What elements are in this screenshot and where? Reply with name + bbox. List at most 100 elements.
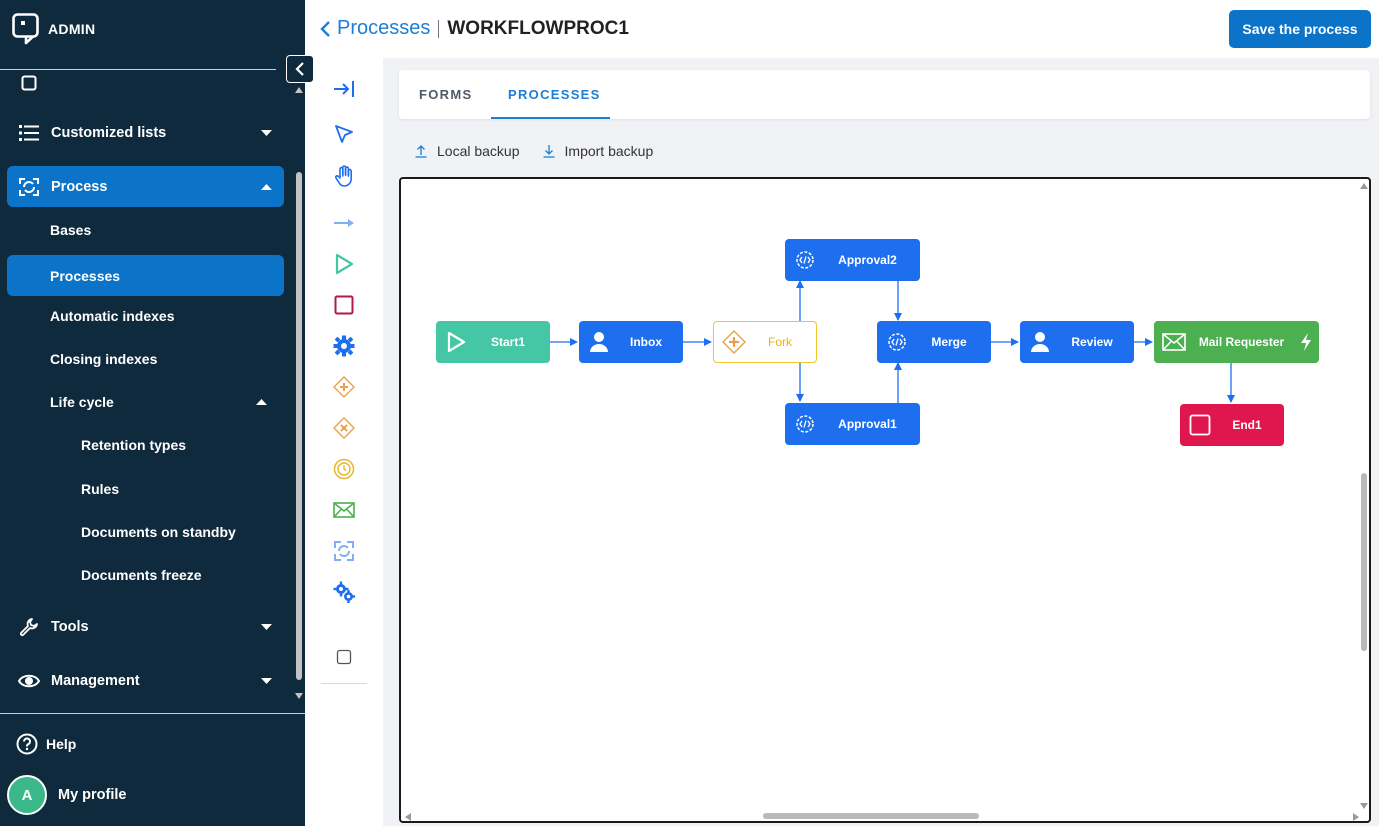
node-inbox[interactable]: Inbox [579, 321, 683, 363]
tab-processes[interactable]: PROCESSES [508, 87, 601, 102]
divider [0, 713, 305, 714]
node-fork[interactable]: Fork [713, 321, 817, 363]
help-link[interactable]: Help [16, 733, 76, 755]
start-play-icon[interactable] [332, 252, 356, 276]
sidebar-item-label: Customized lists [51, 124, 167, 141]
play-icon [436, 331, 476, 353]
sidebar-subitem-rules[interactable]: Rules [81, 479, 119, 499]
select-pointer-icon[interactable] [332, 122, 356, 146]
connector-arrow-icon[interactable] [332, 211, 356, 235]
wrench-icon [7, 617, 51, 637]
canvas-vertical-scrollbar[interactable] [1360, 183, 1368, 817]
process-icon [7, 177, 51, 197]
page-title: WORKFLOWPROC1 [447, 17, 629, 39]
scroll-up-icon[interactable] [1360, 183, 1368, 189]
node-label: Inbox [630, 335, 662, 349]
end-square-icon[interactable] [332, 293, 356, 317]
scroll-up-icon[interactable] [295, 87, 303, 93]
sidebar-subitem-retention-types[interactable]: Retention types [81, 435, 186, 455]
chevron-left-icon [295, 62, 304, 76]
timer-event-icon[interactable] [332, 457, 356, 481]
node-merge[interactable]: Merge [877, 321, 991, 363]
brand: ADMIN [0, 0, 305, 69]
sidebar-scrollbar[interactable] [294, 84, 305, 704]
tab-forms[interactable]: FORMS [419, 87, 472, 102]
node-review[interactable]: Review [1020, 321, 1134, 363]
scroll-down-icon[interactable] [1360, 803, 1368, 809]
task-gear-icon[interactable] [332, 334, 356, 358]
node-approval2[interactable]: Approval2 [785, 239, 920, 281]
lightning-icon [1293, 333, 1319, 351]
sidebar-item-hidden[interactable] [7, 70, 284, 103]
sidebar-subitem-documents-freeze[interactable]: Documents freeze [81, 565, 202, 585]
chevron-up-icon [239, 398, 284, 405]
sidebar-item-customized-lists[interactable]: Customized lists [7, 112, 284, 153]
chevron-up-icon [248, 183, 284, 190]
back-chevron-icon[interactable] [319, 20, 331, 38]
script-gears-icon[interactable] [332, 580, 356, 604]
sidebar-subitem-automatic-indexes[interactable]: Automatic indexes [7, 295, 284, 336]
mail-icon[interactable] [332, 498, 356, 522]
sidebar-subitem-life-cycle[interactable]: Life cycle [7, 381, 284, 422]
user-icon [579, 331, 619, 353]
user-icon [1020, 331, 1060, 353]
node-mail-requester[interactable]: Mail Requester [1154, 321, 1319, 363]
process-diagram-canvas[interactable]: Start1 Inbox Fork Approval2 Approval1 Me… [399, 177, 1371, 823]
scrollbar-thumb[interactable] [1361, 473, 1367, 651]
exclusive-gateway-icon[interactable] [332, 416, 356, 440]
sidebar: ADMIN Customized lists Process Bases Pro… [0, 0, 305, 826]
sidebar-item-process[interactable]: Process [7, 166, 284, 207]
import-backup-link[interactable]: Import backup [542, 143, 653, 159]
scroll-down-icon[interactable] [295, 693, 303, 699]
sidebar-subitem-processes[interactable]: Processes [7, 255, 284, 296]
sidebar-subitem-closing-indexes[interactable]: Closing indexes [7, 338, 284, 379]
breadcrumb-link-processes[interactable]: Processes [337, 17, 430, 40]
sidebar-subitem-documents-on-standby[interactable]: Documents on standby [81, 522, 236, 542]
eye-icon [7, 673, 51, 689]
chevron-down-icon [248, 623, 284, 630]
help-label: Help [46, 736, 77, 752]
collapse-panel-icon[interactable] [332, 77, 356, 101]
collapse-sidebar-button[interactable] [286, 55, 314, 83]
subprocess-icon[interactable] [332, 539, 356, 563]
scrollbar-thumb[interactable] [296, 172, 302, 680]
node-label: Merge [931, 335, 967, 349]
node-approval1[interactable]: Approval1 [785, 403, 920, 445]
node-end1[interactable]: End1 [1180, 404, 1284, 446]
node-start1[interactable]: Start1 [436, 321, 550, 363]
scrollbar-thumb[interactable] [763, 813, 979, 819]
local-backup-link[interactable]: Local backup [414, 143, 520, 159]
sidebar-subitem-bases[interactable]: Bases [7, 209, 284, 250]
canvas-horizontal-scrollbar[interactable] [405, 812, 1363, 821]
sidebar-item-label: Process [51, 178, 108, 195]
list-icon [7, 124, 51, 142]
breadcrumb-separator [438, 19, 440, 38]
sidebar-item-label: Tools [51, 618, 89, 635]
upload-icon [415, 145, 427, 158]
checkbox-icon[interactable] [332, 645, 356, 669]
node-label: End1 [1232, 418, 1262, 432]
profile-link[interactable]: A My profile [7, 775, 126, 815]
diagram-toolbar [305, 58, 383, 826]
help-icon [16, 733, 38, 755]
backup-actions: Local backup Import backup [414, 143, 653, 159]
scroll-left-icon[interactable] [405, 813, 411, 821]
fork-gateway-icon[interactable] [332, 375, 356, 399]
script-gear-icon [785, 413, 825, 435]
profile-label: My profile [58, 787, 127, 803]
sidebar-item-management[interactable]: Management [7, 660, 284, 701]
sidebar-item-label: Management [51, 672, 140, 689]
node-label: Review [1071, 335, 1113, 349]
download-icon [543, 145, 555, 158]
save-process-button[interactable]: Save the process [1229, 10, 1371, 48]
scroll-right-icon[interactable] [1353, 813, 1359, 821]
node-label: Mail Requester [1198, 335, 1285, 349]
sidebar-item-tools[interactable]: Tools [7, 606, 284, 647]
end-square-icon [1180, 414, 1220, 436]
app-logo-icon [12, 13, 39, 45]
tabs-bar: FORMS PROCESSES [399, 70, 1370, 119]
node-label: Fork [768, 335, 792, 349]
breadcrumb: Processes WORKFLOWPROC1 [319, 17, 629, 40]
hand-pan-icon[interactable] [332, 164, 356, 188]
document-icon [7, 75, 51, 91]
